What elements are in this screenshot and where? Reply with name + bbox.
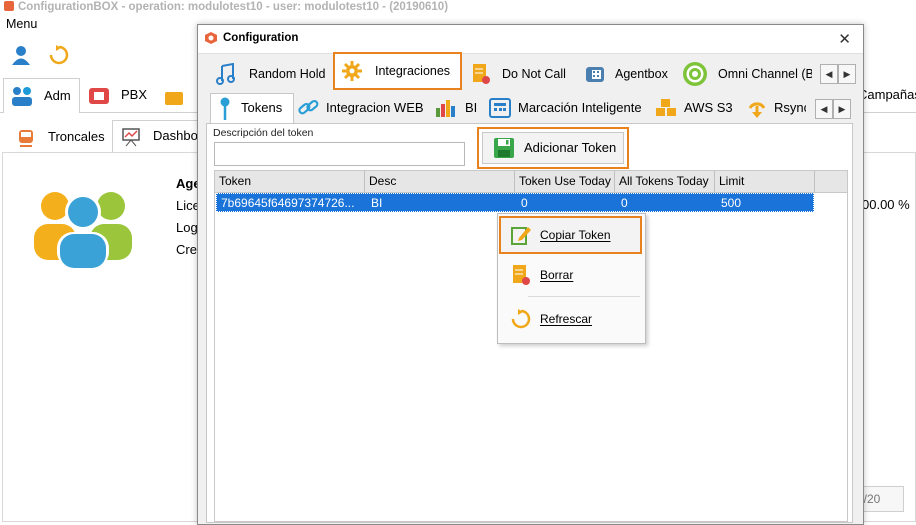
menu-item-delete[interactable]: Borrar — [501, 258, 640, 292]
tab-agentbox-label: Agentbox — [615, 67, 668, 81]
integration-sub-tab-strip: Tokens Integracion WEB BI Marcación Inte… — [204, 93, 856, 124]
context-menu: Copiar Token Borrar Refrescar — [497, 213, 646, 344]
tab-rsync[interactable]: Rsync — [746, 94, 806, 122]
phone-icon — [88, 85, 110, 105]
table-row[interactable]: 7b69645f64697374726... BI 0 0 500 — [216, 193, 814, 212]
sub-tab-strip: Troncales Dashbo — [0, 118, 202, 153]
tab-adm[interactable]: Adm — [3, 78, 80, 113]
tab-integracion-web[interactable]: Integracion WEB — [297, 94, 427, 122]
tab-omni-channel[interactable]: Omni Channel (Bo — [682, 57, 812, 91]
top-tabs-scroll-right[interactable]: ▶ — [838, 64, 856, 84]
agents-icon — [28, 186, 138, 268]
app-title: ConfigurationBOX - operation: modulotest… — [18, 1, 449, 13]
column-header-token[interactable]: Token — [215, 171, 365, 192]
tab-more[interactable] — [163, 78, 193, 112]
dialer-icon — [488, 97, 512, 119]
tab-aws-s3-label: AWS S3 — [684, 100, 733, 115]
link-icon — [297, 97, 321, 119]
music-note-icon — [215, 62, 237, 85]
menu-item-copy-token[interactable]: Copiar Token — [499, 216, 642, 254]
tab-integraciones[interactable]: Integraciones — [333, 52, 462, 90]
campaign-icon — [163, 86, 185, 105]
user-icon[interactable] — [10, 44, 32, 66]
tab-tokens-label: Tokens — [241, 100, 283, 115]
tab-agentbox[interactable]: Agentbox — [584, 57, 674, 91]
sync-download-icon — [746, 98, 768, 120]
train-icon — [16, 128, 36, 148]
tab-tokens[interactable]: Tokens — [210, 93, 294, 124]
refresh-icon — [510, 308, 532, 330]
app-logo-icon — [4, 1, 14, 11]
tab-troncales-label: Troncales — [48, 129, 105, 144]
document-block-icon — [470, 63, 492, 85]
desk-phone-icon — [584, 63, 606, 85]
gear-icon — [341, 60, 363, 82]
cell-all-tokens-today[interactable]: 0 — [617, 194, 717, 212]
token-description-input[interactable] — [214, 142, 465, 166]
tab-rsync-label: Rsync — [774, 100, 806, 115]
top-tabs-scroll-left[interactable]: ◀ — [820, 64, 838, 84]
dialog-title-bar[interactable]: Configuration ✕ — [198, 25, 863, 54]
tab-pbx[interactable]: PBX — [88, 78, 168, 112]
sub-tabs-scroll-left[interactable]: ◀ — [815, 99, 833, 119]
cell-desc[interactable]: BI — [367, 194, 517, 212]
tab-do-not-call-label: Do Not Call — [502, 67, 566, 81]
tab-integraciones-label: Integraciones — [375, 64, 451, 78]
menu-item-copy-token-label: Copiar Token — [540, 228, 611, 242]
omni-channel-icon — [682, 61, 708, 87]
close-icon[interactable]: ✕ — [838, 30, 851, 48]
tab-bi-label: BI — [465, 100, 478, 115]
table-header: Token Desc Token Use Today All Tokens To… — [215, 171, 847, 193]
app-title-bar: ConfigurationBOX - operation: modulotest… — [4, 0, 448, 16]
add-token-button-face[interactable]: Adicionar Token — [482, 132, 624, 164]
tab-adm-label: Adm — [44, 88, 71, 103]
cell-token-use-today[interactable]: 0 — [517, 194, 617, 212]
menu[interactable]: Menu — [6, 17, 37, 31]
save-icon — [493, 137, 515, 159]
cell-token[interactable]: 7b69645f64697374726... — [217, 194, 367, 212]
column-header-desc[interactable]: Desc — [365, 171, 515, 192]
pin-icon — [218, 97, 232, 121]
dialog-title: Configuration — [223, 32, 299, 44]
tab-marcacion-inteligente-label: Marcación Inteligente — [518, 100, 642, 115]
tab-aws-s3[interactable]: AWS S3 — [654, 94, 744, 122]
tab-marcacion-inteligente[interactable]: Marcación Inteligente — [488, 94, 650, 122]
menu-item-delete-label: Borrar — [540, 268, 574, 282]
menu-item-refresh[interactable]: Refrescar — [501, 302, 640, 336]
cubes-icon — [654, 98, 678, 118]
copy-edit-icon — [510, 224, 532, 246]
tab-campanas[interactable]: Campañas — [858, 78, 916, 112]
side-label-3: Log — [176, 220, 198, 235]
tab-omni-channel-label: Omni Channel (Bo — [718, 67, 812, 81]
add-token-button[interactable]: Adicionar Token — [477, 127, 629, 169]
delete-document-icon — [510, 264, 532, 286]
menu-separator — [528, 296, 640, 297]
cell-limit[interactable]: 500 — [717, 194, 815, 212]
dialog-logo-icon — [204, 31, 218, 45]
integration-tab-strip: Random Hold Integraciones Do Not Call Ag… — [198, 52, 863, 93]
column-header-token-use-today[interactable]: Token Use Today — [515, 171, 615, 192]
tab-do-not-call[interactable]: Do Not Call — [470, 57, 570, 91]
side-label-4: Cre — [176, 242, 197, 257]
tab-dashboard[interactable]: Dashbo — [112, 120, 202, 153]
tab-integracion-web-label: Integracion WEB — [326, 100, 424, 115]
tab-bi[interactable]: BI — [434, 94, 484, 122]
percent-value: 00.00 % — [862, 197, 910, 212]
sub-tabs-scroll-right[interactable]: ▶ — [833, 99, 851, 119]
tab-troncales[interactable]: Troncales — [16, 122, 108, 152]
token-description-label: Descripción del token — [213, 127, 314, 139]
column-header-all-tokens-today[interactable]: All Tokens Today — [615, 171, 715, 192]
tab-random-hold[interactable]: Random Hold — [215, 57, 330, 91]
people-icon — [10, 85, 34, 107]
menu-item-refresh-label: Refrescar — [540, 312, 593, 326]
column-header-limit[interactable]: Limit — [715, 171, 815, 192]
tab-pbx-label: PBX — [121, 87, 148, 102]
tab-dashboard-label: Dashbo — [153, 128, 198, 143]
tab-random-hold-label: Random Hold — [249, 67, 326, 81]
add-token-button-label: Adicionar Token — [524, 140, 617, 155]
presentation-icon — [121, 127, 141, 147]
bar-chart-icon — [434, 98, 456, 118]
refresh-icon[interactable] — [48, 44, 70, 66]
